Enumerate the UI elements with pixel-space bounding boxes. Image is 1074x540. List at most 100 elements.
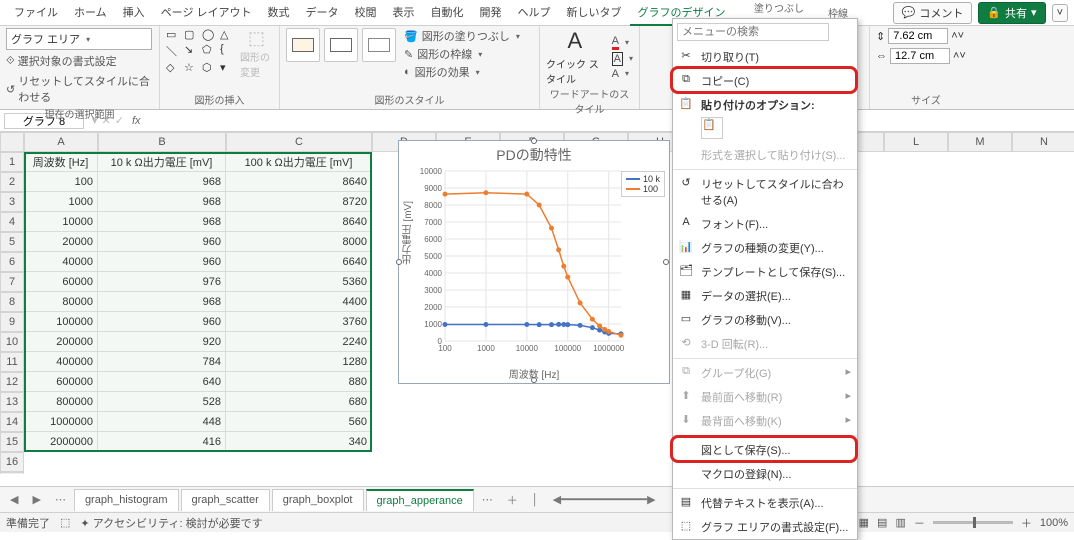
cell-header[interactable]: 10 k Ω出力電圧 [mV] — [98, 152, 226, 172]
row-header[interactable]: 17 — [0, 472, 24, 474]
ctx-item-22[interactable]: ⬚グラフ エリアの書式設定(F)... — [673, 515, 857, 539]
ctx-item-1[interactable]: ⧉コピー(C) — [673, 69, 857, 93]
shape-gallery[interactable]: ▭▢◯△ ＼↘⬠{ ◇☆⬡▾ — [166, 28, 236, 74]
zoom-level[interactable]: 100% — [1040, 517, 1068, 529]
cell[interactable]: 60000 — [24, 272, 98, 292]
tab-データ[interactable]: データ — [298, 0, 347, 26]
cell-header[interactable]: 周波数 [Hz] — [24, 152, 98, 172]
shape-effects-button[interactable]: ◐ 図形の効果 — [404, 64, 520, 80]
worksheet-grid[interactable]: ABCDEFGHIJKLMNO1234567891011121314151617… — [0, 132, 1074, 474]
cell[interactable]: 400000 — [24, 352, 98, 372]
tab-表示[interactable]: 表示 — [385, 0, 423, 26]
tab-ホーム[interactable]: ホーム — [66, 0, 115, 26]
cell[interactable]: 2240 — [226, 332, 372, 352]
col-header-C[interactable]: C — [226, 132, 372, 152]
chart-legend[interactable]: 10 k100 — [621, 171, 665, 197]
shape-style-2[interactable] — [324, 28, 358, 62]
ctx-item-9[interactable]: 🗂テンプレートとして保存(S)... — [673, 260, 857, 284]
cell[interactable]: 784 — [98, 352, 226, 372]
ctx-item-0[interactable]: ✂切り取り(T) — [673, 45, 857, 69]
cell[interactable]: 920 — [98, 332, 226, 352]
cell[interactable]: 416 — [98, 432, 226, 452]
cell[interactable]: 100000 — [24, 312, 98, 332]
cell[interactable]: 880 — [226, 372, 372, 392]
sheet-nav-next[interactable]: ▶ — [26, 490, 46, 509]
tab-ページ レイアウト[interactable]: ページ レイアウト — [153, 0, 260, 26]
cell[interactable]: 968 — [98, 292, 226, 312]
paste-option-1[interactable]: 📋 — [701, 117, 723, 139]
row-header[interactable]: 13 — [0, 392, 24, 412]
view-pagebreak-icon[interactable]: ▥ — [895, 516, 905, 529]
zoom-slider[interactable] — [933, 521, 1013, 524]
cell[interactable]: 340 — [226, 432, 372, 452]
row-header[interactable]: 15 — [0, 432, 24, 452]
row-header[interactable]: 2 — [0, 172, 24, 192]
ctx-item-18[interactable]: 図として保存(S)... — [673, 438, 857, 462]
cell[interactable]: 1000 — [24, 192, 98, 212]
row-header[interactable]: 10 — [0, 332, 24, 352]
text-outline-button[interactable]: A — [612, 52, 633, 66]
cell[interactable]: 10000 — [24, 212, 98, 232]
cell[interactable]: 640 — [98, 372, 226, 392]
cell[interactable]: 960 — [98, 252, 226, 272]
cell[interactable]: 200000 — [24, 332, 98, 352]
col-header-A[interactable]: A — [24, 132, 98, 152]
tab-挿入[interactable]: 挿入 — [115, 0, 153, 26]
cell[interactable]: 680 — [226, 392, 372, 412]
cell[interactable]: 20000 — [24, 232, 98, 252]
tab-校閲[interactable]: 校閲 — [347, 0, 385, 26]
embedded-chart[interactable]: PDの動特性0100020003000400050006000700080009… — [398, 140, 670, 384]
menu-search-input[interactable] — [677, 23, 829, 41]
cell[interactable]: 4400 — [226, 292, 372, 312]
ctx-item-10[interactable]: ▦データの選択(E)... — [673, 284, 857, 308]
row-header[interactable]: 3 — [0, 192, 24, 212]
sheet-add[interactable]: ＋ — [501, 489, 524, 511]
shape-outline-button[interactable]: ✎ 図形の枠線 — [404, 46, 520, 62]
text-fill-button[interactable]: A — [612, 35, 633, 50]
col-header-L[interactable]: L — [884, 132, 948, 152]
ctx-item-21[interactable]: ▤代替テキストを表示(A)... — [673, 491, 857, 515]
tab-ヘルプ[interactable]: ヘルプ — [510, 0, 559, 26]
cell[interactable]: 800000 — [24, 392, 98, 412]
cell[interactable]: 968 — [98, 212, 226, 232]
cell[interactable]: 8640 — [226, 212, 372, 232]
macro-record-icon[interactable]: ⬚ — [60, 516, 70, 529]
row-header[interactable]: 7 — [0, 272, 24, 292]
shape-style-1[interactable] — [286, 28, 320, 62]
sheet-nav-prev[interactable]: ◀ — [4, 490, 24, 509]
sheet-tab-graph_scatter[interactable]: graph_scatter — [181, 489, 270, 511]
sheet-tab-graph_boxplot[interactable]: graph_boxplot — [272, 489, 364, 511]
quick-style-button[interactable]: A クイック スタイル — [546, 28, 604, 86]
sheet-tab-graph_histogram[interactable]: graph_histogram — [74, 489, 179, 511]
cell[interactable]: 560 — [226, 412, 372, 432]
ctx-item-19[interactable]: マクロの登録(N)... — [673, 462, 857, 486]
comments-button[interactable]: 💬 コメント — [893, 2, 973, 24]
ctx-item-6[interactable]: ↺リセットしてスタイルに合わせる(A) — [673, 172, 857, 212]
cell[interactable]: 2000000 — [24, 432, 98, 452]
row-header[interactable]: 5 — [0, 232, 24, 252]
share-button[interactable]: 🔒 共有 ▾ — [978, 2, 1045, 24]
col-header-B[interactable]: B — [98, 132, 226, 152]
cell[interactable]: 8000 — [226, 232, 372, 252]
cell[interactable]: 8640 — [226, 172, 372, 192]
col-header-N[interactable]: N — [1012, 132, 1074, 152]
row-header[interactable]: 11 — [0, 352, 24, 372]
tab-数式[interactable]: 数式 — [260, 0, 298, 26]
cell[interactable]: 3760 — [226, 312, 372, 332]
row-header[interactable]: 14 — [0, 412, 24, 432]
accessibility-status[interactable]: ✦ アクセシビリティ: 検討が必要です — [80, 515, 262, 531]
chart-element-dropdown[interactable]: グラフ エリア — [6, 28, 152, 50]
cell[interactable]: 1280 — [226, 352, 372, 372]
ctx-item-7[interactable]: Aフォント(F)... — [673, 212, 857, 236]
cell[interactable]: 100 — [24, 172, 98, 192]
format-selection-button[interactable]: ⟐ 選択対象の書式設定 — [6, 52, 117, 70]
collapse-ribbon-button[interactable]: ˅ — [1052, 4, 1068, 22]
row-header[interactable]: 12 — [0, 372, 24, 392]
cell[interactable]: 80000 — [24, 292, 98, 312]
row-header[interactable]: 4 — [0, 212, 24, 232]
cell[interactable]: 960 — [98, 312, 226, 332]
shape-style-3[interactable] — [362, 28, 396, 62]
shape-fill-button[interactable]: 🪣 図形の塗りつぶし — [404, 28, 520, 44]
shape-width-field[interactable]: ⇔ ˄˅ — [876, 48, 966, 64]
tab-開発[interactable]: 開発 — [472, 0, 510, 26]
